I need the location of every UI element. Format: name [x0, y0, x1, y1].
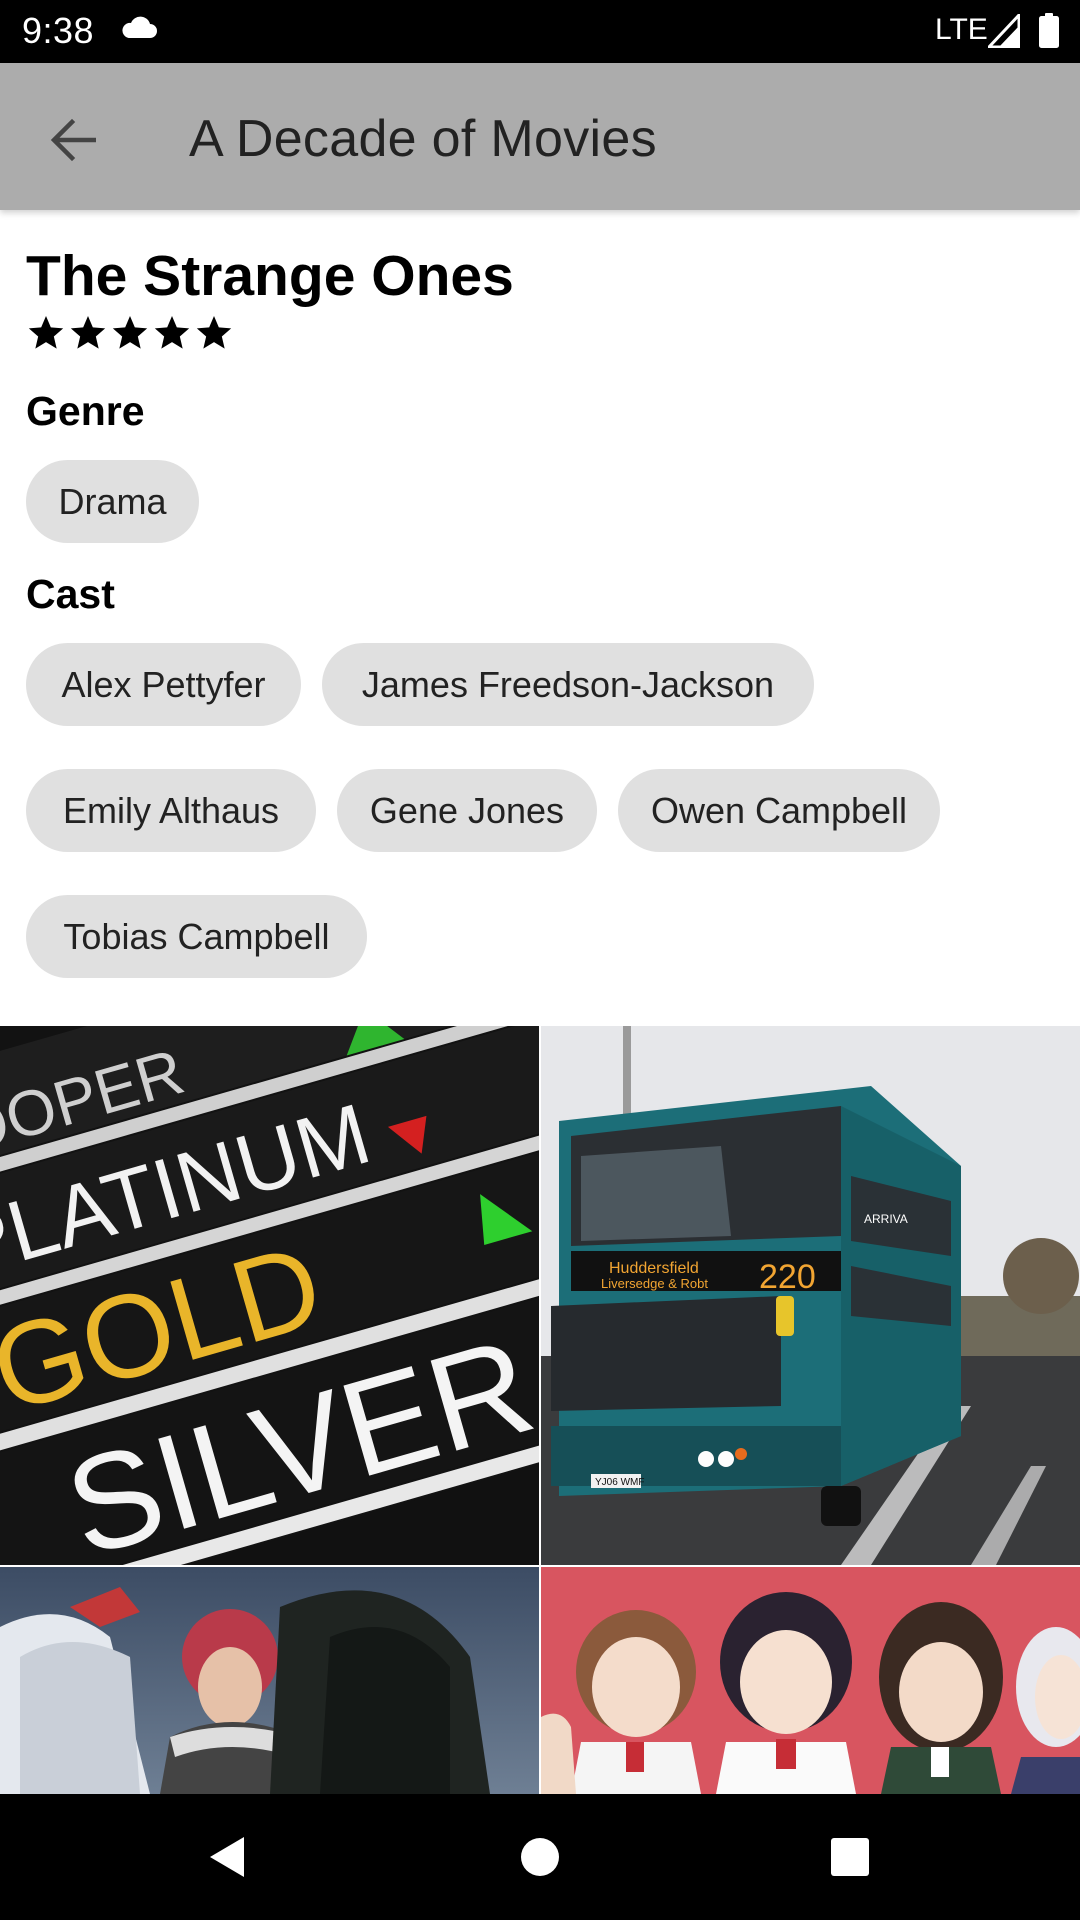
star-rating	[26, 313, 234, 353]
cast-chip[interactable]: Alex Pettyfer	[26, 643, 301, 726]
navigation-bar	[0, 1794, 1080, 1920]
app-bar: A Decade of Movies	[0, 63, 1080, 210]
app-title: A Decade of Movies	[189, 110, 657, 168]
star-icon	[196, 316, 232, 349]
arrow-back-icon	[50, 118, 96, 162]
back-button[interactable]	[38, 105, 108, 175]
bus-operator: ARRIVA	[864, 1212, 908, 1226]
status-bar: 9:38 LTE	[0, 0, 1080, 63]
network-type: LTE	[935, 13, 988, 46]
movie-image-metals[interactable]: COOPER PLATINUM GOLD SILVER	[0, 1026, 539, 1565]
movie-image-anime-group[interactable]	[541, 1567, 1080, 1794]
bus-route: 220	[759, 1258, 816, 1296]
star-icon	[28, 316, 64, 349]
star-icon	[112, 316, 148, 349]
cast-chip[interactable]: Owen Campbell	[618, 769, 940, 852]
bus-via: Liversedge & Robt	[601, 1276, 708, 1291]
nav-back-icon	[210, 1837, 244, 1877]
status-time: 9:38	[22, 10, 95, 51]
battery-icon	[1038, 13, 1060, 54]
star-icon	[70, 316, 106, 349]
nav-recents-icon	[831, 1838, 869, 1876]
movie-image-anime-dark[interactable]	[0, 1567, 539, 1794]
bus-plate: YJ06 WMF	[595, 1477, 644, 1488]
cast-chip[interactable]: James Freedson-Jackson	[322, 643, 814, 726]
signal-icon	[985, 11, 1021, 53]
nav-home-button[interactable]	[470, 1794, 610, 1920]
nav-home-icon	[521, 1838, 559, 1876]
star-icon	[154, 316, 190, 349]
cast-chip[interactable]: Tobias Campbell	[26, 895, 367, 978]
nav-recents-button[interactable]	[780, 1794, 920, 1920]
movie-title: The Strange Ones	[26, 244, 514, 308]
genre-chip-drama[interactable]: Drama	[26, 460, 199, 543]
cast-chip[interactable]: Emily Althaus	[26, 769, 316, 852]
nav-back-button[interactable]	[156, 1794, 296, 1920]
cloud-icon	[120, 16, 158, 45]
cast-label: Cast	[26, 571, 115, 617]
cast-chip[interactable]: Gene Jones	[337, 769, 597, 852]
movie-image-bus[interactable]: Huddersfield Liversedge & Robt 220 ARRIV…	[541, 1026, 1080, 1565]
bus-destination: Huddersfield	[609, 1260, 699, 1277]
genre-label: Genre	[26, 388, 145, 434]
